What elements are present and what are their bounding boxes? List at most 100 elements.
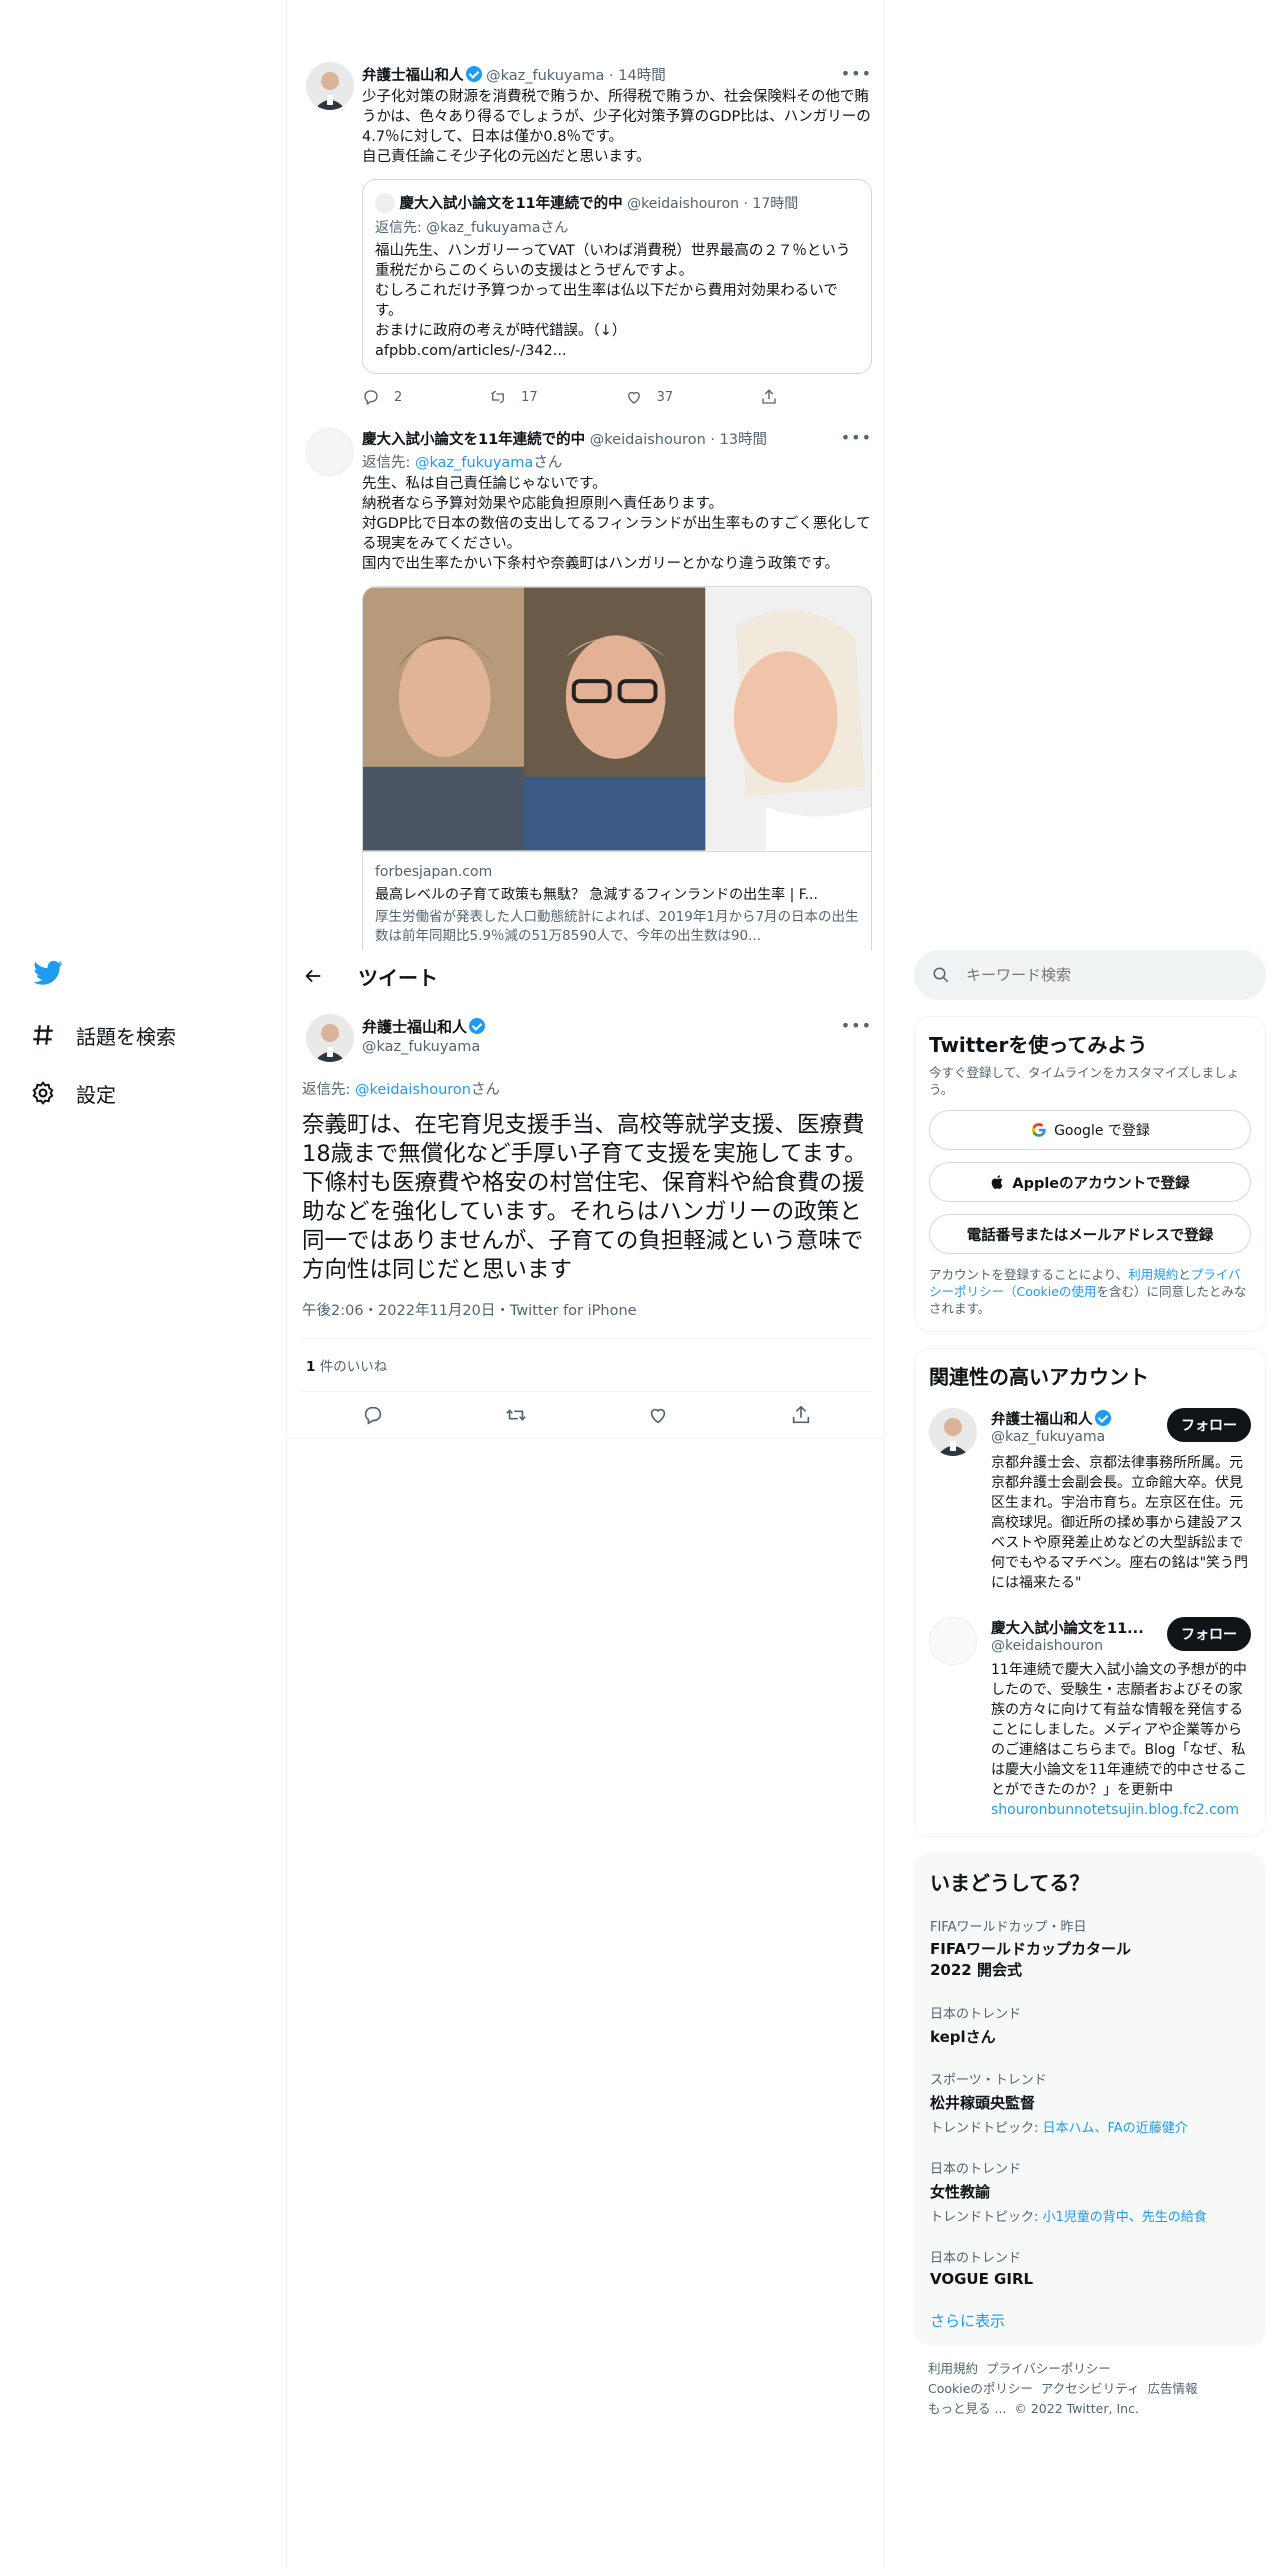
- account-bio: 京都弁護士会、京都法律事務所所属。元京都弁護士会副会長。立命館大卒。伏見区生まれ…: [991, 1455, 1249, 1591]
- footer-link[interactable]: アクセシビリティ: [1041, 2381, 1140, 2396]
- verified-icon: [465, 66, 482, 82]
- main-author[interactable]: 弁護士福山和人 @kaz_fukuyama: [362, 1016, 486, 1055]
- reply-icon[interactable]: [362, 1404, 384, 1426]
- back-arrow-icon[interactable]: [302, 965, 324, 987]
- related-account[interactable]: フォロー 慶大入試小論文を11... @keidaishouron 11年連続で…: [915, 1605, 1265, 1824]
- avatar[interactable]: [306, 428, 354, 476]
- account-link[interactable]: shouronbunnotetsujin.blog.fc2.com: [991, 1800, 1251, 1820]
- trend-item[interactable]: 日本のトレンド VOGUE GIRL: [930, 2247, 1250, 2288]
- trend-title: VOGUE GIRL: [930, 2270, 1034, 2288]
- top-bar: ツイート: [288, 950, 884, 1002]
- photo-person-2: [524, 587, 706, 851]
- page-title: ツイート: [358, 965, 438, 990]
- footer-link[interactable]: プライバシーポリシー: [986, 2361, 1111, 2376]
- footer-more[interactable]: もっと見る ...: [928, 2401, 1006, 2416]
- likes-count: 1: [306, 1359, 316, 1375]
- terms-link[interactable]: 利用規約: [1128, 1267, 1178, 1282]
- reply-prefix: 返信先:: [302, 1082, 355, 1098]
- trend-topic-link[interactable]: 小1児童の背中、先生の給食: [1043, 2210, 1207, 2225]
- footer-link[interactable]: 広告情報: [1147, 2381, 1197, 2396]
- tweet-text: 先生、私は自己責任論じゃないです。 納税者なら予算対効果や応能負担原則へ責任あり…: [362, 476, 871, 572]
- reply-handle[interactable]: @kaz_fukuyama: [415, 455, 533, 471]
- author-name[interactable]: 弁護士福山和人: [362, 1018, 467, 1036]
- google-signup-button[interactable]: Google で登録: [929, 1110, 1251, 1150]
- avatar[interactable]: [929, 1617, 977, 1665]
- heart-icon[interactable]: [647, 1404, 669, 1426]
- trend-category: 日本のトレンド: [930, 2162, 1022, 2177]
- author-handle[interactable]: @kaz_fukuyama: [486, 68, 604, 84]
- link-card-image: [363, 587, 871, 851]
- show-more-link[interactable]: さらに表示: [930, 2310, 1250, 2331]
- heart-icon: [627, 391, 640, 404]
- likes-summary[interactable]: 1 件のいいね: [302, 1339, 872, 1391]
- avatar[interactable]: [306, 1014, 354, 1062]
- reply-handle[interactable]: @keidaishouron: [355, 1082, 471, 1098]
- retweet-count: 17: [521, 389, 538, 405]
- nav-settings[interactable]: 設定: [30, 1064, 270, 1122]
- more-icon[interactable]: •••: [841, 428, 872, 447]
- share-icon: [762, 389, 776, 404]
- phone-signup-button[interactable]: 電話番号またはメールアドレスで登録: [929, 1214, 1251, 1254]
- photo-person-3: [705, 587, 871, 851]
- tweet-text: 少子化対策の財源を消費税で賄うか、所得税で賄うか、社会保険料その他で賄うかは、色…: [362, 89, 871, 165]
- trend-item[interactable]: FIFAワールドカップ・昨日 FIFAワールドカップカタール2022 開会式: [930, 1916, 1250, 1981]
- reply-prefix: 返信先:: [375, 220, 427, 236]
- trends-title: いまどうしてる？: [930, 1871, 1090, 1895]
- quoted-author-name: 慶大入試小論文を11年連続で的中: [399, 196, 623, 212]
- author-handle[interactable]: @keidaishouron: [590, 432, 706, 448]
- main-tweet: 返信先: @keidaishouronさん 奈義町は、在宅育児支援手当、高校等就…: [286, 1078, 886, 1439]
- trend-title: 松井稼頭央監督: [930, 2094, 1036, 2112]
- tweet-meta[interactable]: 午後2:06・2022年11月20日・Twitter for iPhone: [302, 1299, 872, 1320]
- footer-links: 利用規約 プライバシーポリシー Cookieのポリシー アクセシビリティ 広告情…: [914, 2359, 1266, 2419]
- legal-text: と: [1178, 1267, 1191, 1282]
- trend-title: 女性教諭: [930, 2183, 991, 2201]
- trend-item[interactable]: スポーツ・トレンド 松井稼頭央監督 トレンドトピック: 日本ハム、FAの近藤健介: [930, 2069, 1250, 2136]
- reply-prefix: 返信先:: [362, 455, 415, 471]
- nav-explore[interactable]: 話題を検索: [30, 1006, 270, 1064]
- link-domain: forbesjapan.com: [375, 864, 493, 880]
- reply-icon: [364, 390, 378, 405]
- signup-title: Twitterを使ってみよう: [929, 1033, 1148, 1057]
- retweet-icon[interactable]: [505, 1404, 527, 1426]
- author-handle[interactable]: @kaz_fukuyama: [362, 1039, 485, 1055]
- follow-button[interactable]: フォロー: [1167, 1617, 1251, 1651]
- search-icon: [933, 967, 949, 983]
- follow-button[interactable]: フォロー: [1167, 1408, 1251, 1442]
- trend-item[interactable]: 日本のトレンド keplさん: [930, 2003, 1250, 2047]
- author-name[interactable]: 慶大入試小論文を11年連続で的中: [362, 432, 585, 448]
- share-icon[interactable]: [790, 1404, 812, 1426]
- share-button[interactable]: [760, 388, 792, 406]
- search-input[interactable]: [966, 966, 1216, 984]
- trend-category: 日本のトレンド: [930, 2007, 1022, 2022]
- footer-link[interactable]: 利用規約: [928, 2361, 978, 2376]
- nav-explore-label: 話題を検索: [76, 1024, 176, 1049]
- footer-link[interactable]: Cookieのポリシー: [928, 2381, 1033, 2396]
- google-icon: [1031, 1122, 1046, 1137]
- twitter-logo-icon[interactable]: [32, 960, 64, 992]
- tweet-parent[interactable]: 弁護士福山和人 @kaz_fukuyama · 14時間 ••• 少子化対策の財…: [362, 64, 872, 406]
- retweet-button[interactable]: 17: [489, 388, 538, 406]
- account-name[interactable]: 弁護士福山和人: [991, 1412, 1093, 1428]
- search-box[interactable]: [914, 950, 1266, 1000]
- reply-button[interactable]: 2: [362, 388, 402, 406]
- quoted-tweet[interactable]: 慶大入試小論文を11年連続で的中 @keidaishouron · 17時間 返…: [362, 179, 872, 374]
- more-icon[interactable]: •••: [841, 1016, 872, 1035]
- trend-topic-link[interactable]: 日本ハム、FAの近藤健介: [1043, 2121, 1188, 2136]
- avatar[interactable]: [306, 62, 354, 110]
- trend-topic-label: トレンドトピック:: [930, 2121, 1043, 2136]
- quoted-text: 福山先生、ハンガリーってVAT（いわば消費税）世界最高の２７％という重税だからこ…: [375, 243, 851, 359]
- apple-signup-button[interactable]: Appleのアカウントで登録: [929, 1162, 1251, 1202]
- account-bio: 11年連続で慶大入試小論文の予想が的中したので、受験生・志願者およびその家族の方…: [991, 1662, 1247, 1798]
- link-title: 最高レベルの子育て政策も無駄？ 急減するフィンランドの出生率 | F...: [375, 887, 818, 903]
- more-icon[interactable]: •••: [841, 64, 872, 83]
- trend-item[interactable]: 日本のトレンド 女性教諭 トレンドトピック: 小1児童の背中、先生の給食: [930, 2158, 1250, 2225]
- link-card[interactable]: forbesjapan.com 最高レベルの子育て政策も無駄？ 急減するフィンラ…: [362, 586, 872, 976]
- related-account[interactable]: フォロー 弁護士福山和人 @kaz_fukuyama 京都弁護士会、京都法律事務…: [915, 1390, 1265, 1605]
- author-name[interactable]: 弁護士福山和人: [362, 68, 464, 84]
- tweet-time[interactable]: 13時間: [720, 432, 767, 448]
- tweet-time[interactable]: 14時間: [618, 68, 665, 84]
- avatar[interactable]: [929, 1408, 977, 1456]
- like-button[interactable]: 37: [625, 388, 673, 406]
- tweet-reply[interactable]: 慶大入試小論文を11年連続で的中 @keidaishouron · 13時間 •…: [362, 428, 872, 976]
- avatar: [375, 193, 395, 213]
